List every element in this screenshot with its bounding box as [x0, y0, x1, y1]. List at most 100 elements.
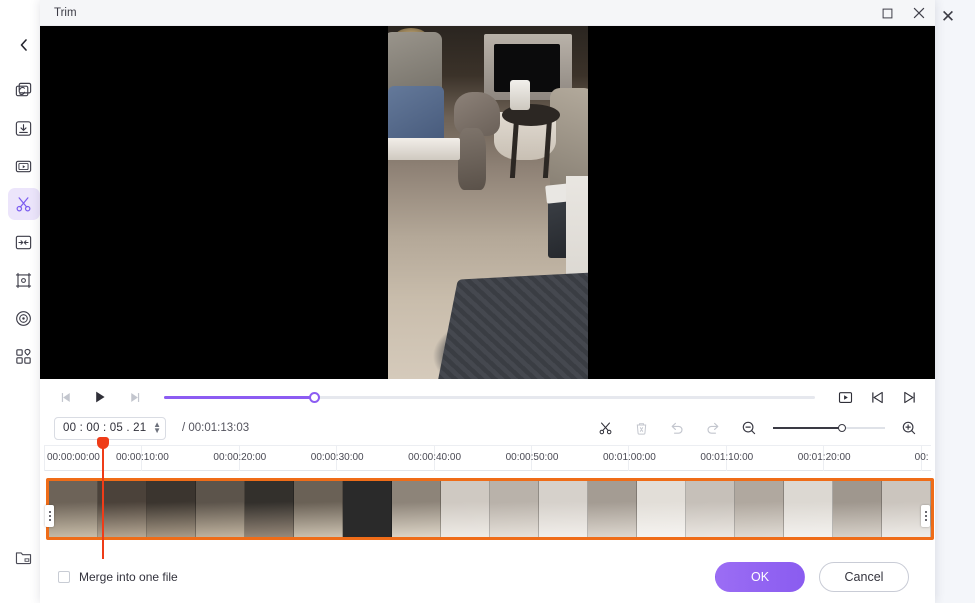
- timeline-thumbnail: [588, 481, 637, 537]
- timecode-value: 00 : 00 : 05 . 21: [63, 422, 147, 434]
- dialog-maximize-button[interactable]: [871, 0, 903, 26]
- timeline-thumbnail: [294, 481, 343, 537]
- sidebar-item-download[interactable]: [8, 112, 40, 144]
- video-blue-bin: [387, 86, 444, 146]
- record-disc-icon: [16, 310, 31, 326]
- zoom-in-icon: [902, 421, 916, 435]
- sidebar-item-crop[interactable]: [8, 264, 40, 296]
- undo-icon: [671, 422, 683, 434]
- ruler-tick: 00:00:00:00: [44, 446, 100, 472]
- playhead[interactable]: [97, 437, 109, 559]
- timeline-thumbnail: [490, 481, 539, 537]
- dialog-window-buttons: [871, 0, 935, 26]
- dialog-titlebar: Trim: [40, 0, 935, 26]
- footer-buttons: OK Cancel: [715, 562, 909, 592]
- video-dog: [453, 92, 506, 192]
- app-close-button[interactable]: ✕: [933, 4, 963, 30]
- delete-button[interactable]: [629, 417, 653, 439]
- timeline-thumbnail: [833, 481, 882, 537]
- cancel-button[interactable]: Cancel: [819, 562, 909, 592]
- checkbox-box[interactable]: [58, 571, 70, 583]
- timecode-stepper[interactable]: ▲ ▼: [147, 421, 161, 435]
- play-icon: [96, 391, 105, 403]
- jump-to-start-button[interactable]: [865, 386, 889, 408]
- timecode-input[interactable]: 00 : 00 : 05 . 21 ▲ ▼: [54, 416, 166, 440]
- trim-dialog: Trim 00: 00: 05 . 21 ▲ ▼ / 00:01:13:03…: [40, 0, 935, 603]
- ruler-tick-label: 00:00:50:00: [505, 452, 559, 463]
- folder-icon: [15, 552, 32, 565]
- edit-tools: [593, 417, 921, 439]
- zoom-in-button[interactable]: [897, 417, 921, 439]
- timeline-thumbnail: [343, 481, 392, 537]
- timeline-zoom-slider[interactable]: [773, 421, 885, 435]
- timeline-thumbnail: [539, 481, 588, 537]
- timeline-thumbnail: [98, 481, 147, 537]
- sidebar-item-player[interactable]: [8, 150, 40, 182]
- video-preview[interactable]: [40, 26, 935, 379]
- redo-button[interactable]: [701, 417, 725, 439]
- scissors-icon: [599, 422, 611, 434]
- play-button[interactable]: [88, 386, 112, 408]
- timeline[interactable]: [44, 437, 934, 559]
- undo-button[interactable]: [665, 417, 689, 439]
- timeline-thumbnail: [245, 481, 294, 537]
- sidebar-item-convert[interactable]: [8, 74, 40, 106]
- convert-video-icon: [15, 82, 32, 96]
- sidebar-item-record[interactable]: [8, 302, 40, 334]
- video-player-icon: [15, 160, 32, 172]
- seek-slider[interactable]: [164, 388, 815, 406]
- video-countertop: [387, 138, 460, 160]
- zoom-out-button[interactable]: [737, 417, 761, 439]
- trim-handle-right[interactable]: [921, 505, 930, 527]
- prev-frame-button[interactable]: [54, 386, 78, 408]
- chevron-left-icon: [20, 39, 27, 51]
- tools-bar: 00 : 00 : 05 . 21 ▲ ▼ / 00:01:13:03: [40, 411, 935, 445]
- dialog-close-button[interactable]: [903, 0, 935, 26]
- grid-apps-icon: [16, 348, 31, 364]
- scissors-icon: [16, 196, 31, 211]
- trim-handle-left[interactable]: [45, 505, 54, 527]
- jump-to-end-button[interactable]: [897, 386, 921, 408]
- ruler-tick: 00:01:20:00: [798, 446, 851, 472]
- merge-into-one-file-checkbox[interactable]: Merge into one file: [58, 570, 178, 584]
- total-duration: / 00:01:13:03: [182, 422, 250, 434]
- sidebar-item-toolbox[interactable]: [8, 340, 40, 372]
- sidebar-item-trim[interactable]: [7, 188, 40, 220]
- zoom-fill: [773, 427, 843, 429]
- stepper-down-icon[interactable]: ▼: [153, 427, 161, 435]
- timeline-thumbnail: [196, 481, 245, 537]
- ruler-tick-label: 00:00:00:00: [47, 452, 100, 463]
- transport-right-buttons: [833, 386, 921, 408]
- timeline-thumbnail: [784, 481, 833, 537]
- ruler-tick-label: 00:00:20:00: [213, 452, 267, 463]
- crop-icon: [15, 272, 32, 288]
- ruler-tick-label: 00:01:20:00: [797, 452, 851, 463]
- cut-button[interactable]: [593, 417, 617, 439]
- timeline-thumbnail: [441, 481, 490, 537]
- seek-knob[interactable]: [308, 391, 320, 403]
- close-icon: [913, 7, 925, 19]
- download-icon: [15, 120, 32, 136]
- maximize-icon: [882, 8, 892, 18]
- step-forward-icon: [130, 392, 139, 402]
- sidebar-item-open-folder[interactable]: [14, 548, 33, 567]
- step-back-icon: [61, 392, 70, 402]
- merge-icon: [15, 235, 32, 249]
- seek-fill: [164, 395, 314, 399]
- ruler-tick: 00:00:10:00: [116, 446, 169, 472]
- snapshot-button[interactable]: [833, 386, 857, 408]
- ruler-tick-label: 00:00:30:00: [310, 452, 364, 463]
- timeline-clip[interactable]: [46, 478, 934, 540]
- zoom-knob[interactable]: [838, 424, 847, 432]
- ok-button[interactable]: OK: [715, 562, 805, 592]
- sidebar-item-merge[interactable]: [8, 226, 40, 258]
- ruler-tick-label: 00:00:10:00: [115, 452, 169, 463]
- jump-to-start-icon: [871, 391, 883, 403]
- ruler-tick: 00:00:50:00: [506, 446, 558, 472]
- video-kettle: [509, 80, 530, 110]
- app-root: ✕ Trim 00: 00: 05 . 21 ▲ ▼ / 00:01:13:…: [0, 0, 975, 603]
- ruler-tick: 00:00:20:00: [213, 446, 266, 472]
- next-frame-button[interactable]: [122, 386, 146, 408]
- collapse-sidebar-button[interactable]: [11, 32, 37, 58]
- timeline-ruler[interactable]: 00:00:00:00 00:00:10:00 00:00:20:00 00:00:3…: [44, 445, 931, 472]
